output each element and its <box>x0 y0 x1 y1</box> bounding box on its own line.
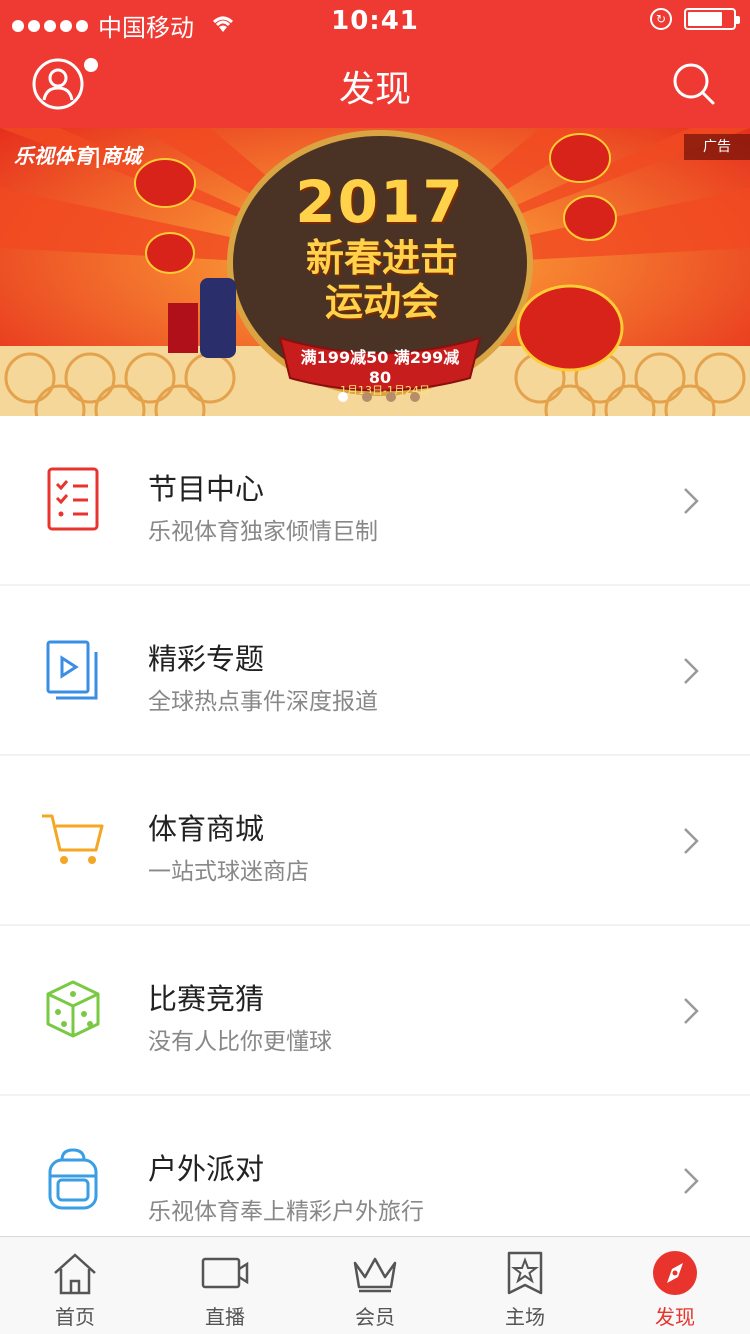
ad-label: 广告 <box>684 134 750 160</box>
list-item-shop[interactable]: 体育商城 一站式球迷商店 <box>0 756 750 924</box>
page-title: 发现 <box>338 69 411 110</box>
promo-banner[interactable]: 乐视体育|商城 广告 2017 新春进击 运动会 满199减50 满299减80… <box>0 128 750 416</box>
tab-label: 首页 <box>55 1305 95 1329</box>
tab-discover[interactable]: 发现 <box>600 1237 750 1334</box>
item-title: 比赛竞猜 <box>148 982 265 1016</box>
tab-label: 发现 <box>655 1305 695 1329</box>
item-subtitle: 没有人比你更懂球 <box>148 1029 332 1055</box>
tab-member[interactable]: 会员 <box>300 1237 450 1334</box>
item-title: 精彩专题 <box>148 642 265 676</box>
tab-home[interactable]: 首页 <box>0 1237 150 1334</box>
compass-icon <box>653 1251 697 1295</box>
status-bar: 中国移动 10:41 ↻ <box>0 0 750 42</box>
search-button[interactable] <box>672 62 716 106</box>
pager-dot[interactable] <box>386 392 396 402</box>
star-badge-icon <box>507 1251 543 1295</box>
video-folder-icon <box>46 640 98 700</box>
banner-promo: 满199减50 满299减80 <box>300 348 460 387</box>
tab-label: 会员 <box>355 1305 395 1329</box>
video-camera-icon <box>201 1257 249 1289</box>
item-title: 节目中心 <box>148 472 265 506</box>
chevron-right-icon <box>684 488 699 514</box>
chevron-right-icon <box>684 998 699 1024</box>
search-icon <box>673 63 715 105</box>
chevron-right-icon <box>684 1168 699 1194</box>
shopping-cart-icon <box>42 814 104 864</box>
item-subtitle: 一站式球迷商店 <box>148 859 309 885</box>
bottom-tab-bar: 首页 直播 会员 主场 发现 <box>0 1236 750 1334</box>
home-icon <box>54 1253 96 1295</box>
top-header: 中国移动 10:41 ↻ 发现 <box>0 0 750 128</box>
banner-subtitle: 新春进击 运动会 <box>262 236 502 324</box>
discover-list: 节目中心 乐视体育独家倾情巨制 精彩专题 全球热点事件深度报道 体育商城 一站式… <box>0 416 750 1266</box>
pager-dot[interactable] <box>362 392 372 402</box>
item-title: 体育商城 <box>148 812 265 846</box>
chevron-right-icon <box>684 658 699 684</box>
chevron-right-icon <box>684 828 699 854</box>
crown-icon <box>353 1257 397 1293</box>
backpack-icon <box>48 1148 98 1210</box>
battery-icon <box>684 8 740 30</box>
status-right: ↻ <box>650 8 740 30</box>
item-subtitle: 乐视体育独家倾情巨制 <box>148 519 378 545</box>
status-time: 10:41 <box>331 6 419 36</box>
item-subtitle: 全球热点事件深度报道 <box>148 689 378 715</box>
tab-label: 直播 <box>205 1305 245 1329</box>
list-item-predictions[interactable]: 比赛竞猜 没有人比你更懂球 <box>0 926 750 1094</box>
banner-brand: 乐视体育|商城 <box>14 144 142 168</box>
list-item-topics[interactable]: 精彩专题 全球热点事件深度报道 <box>0 586 750 754</box>
banner-pager[interactable] <box>338 392 420 402</box>
tab-live[interactable]: 直播 <box>150 1237 300 1334</box>
item-title: 户外派对 <box>148 1152 265 1186</box>
tab-home-court[interactable]: 主场 <box>450 1237 600 1334</box>
banner-subtitle-line1: 新春进击 <box>305 236 458 280</box>
dice-icon <box>46 980 100 1038</box>
list-item-programs[interactable]: 节目中心 乐视体育独家倾情巨制 <box>0 416 750 584</box>
item-subtitle: 乐视体育奉上精彩户外旅行 <box>148 1199 424 1225</box>
rotation-lock-icon: ↻ <box>650 8 672 30</box>
checklist-icon <box>47 467 99 531</box>
banner-title: 2017 <box>295 168 465 236</box>
pager-dot[interactable] <box>410 392 420 402</box>
pager-dot[interactable] <box>338 392 348 402</box>
tab-label: 主场 <box>505 1305 545 1329</box>
banner-subtitle-line2: 运动会 <box>324 280 439 324</box>
